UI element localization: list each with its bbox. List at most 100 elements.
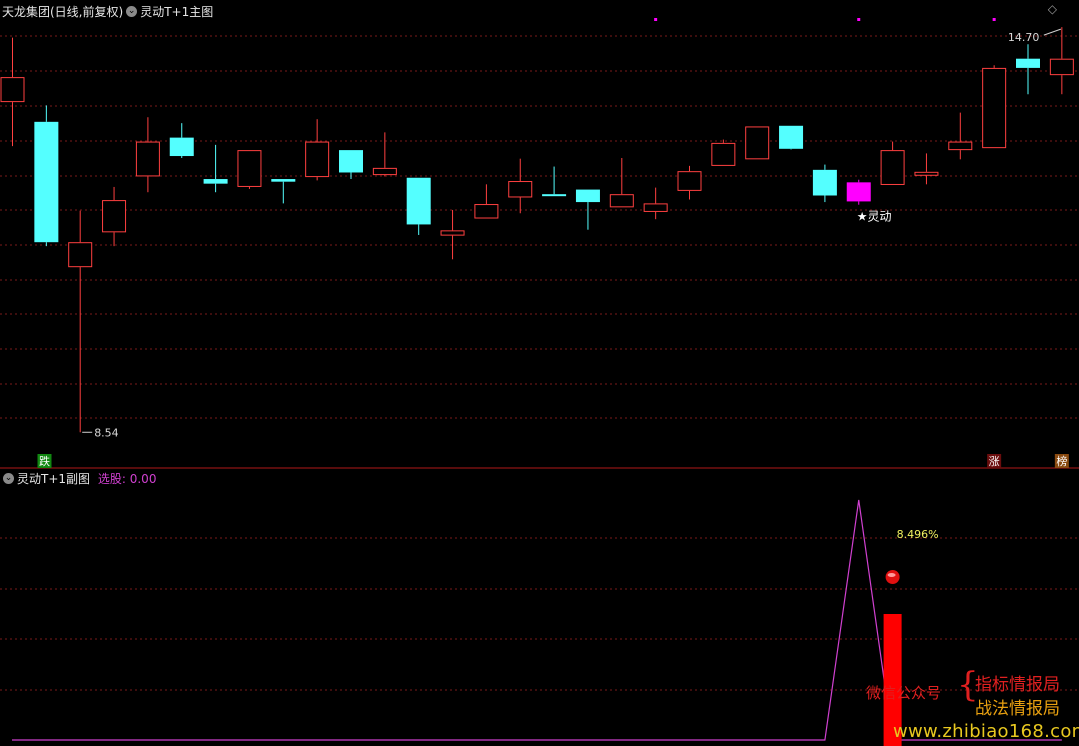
high-price-label: 14.70	[1008, 31, 1040, 44]
candle	[982, 65, 1007, 149]
low-price-label: 8.54	[94, 426, 119, 439]
candle-body	[305, 141, 330, 178]
candle-body	[474, 204, 499, 219]
candle-body	[1016, 58, 1040, 68]
candle-body	[575, 189, 600, 203]
candle	[677, 165, 702, 200]
bottom-marker-label: 榜	[1056, 454, 1067, 468]
candle	[1049, 27, 1074, 95]
candle-body	[948, 141, 973, 151]
diamond-icon[interactable]: ◇	[1048, 2, 1057, 16]
candle	[609, 158, 634, 208]
bottom-marker: 涨	[987, 454, 1002, 468]
bottom-marker-label: 涨	[989, 455, 1000, 468]
bottom-marker-label: 跌	[39, 454, 50, 468]
bottom-marker: 榜	[1054, 454, 1069, 468]
red-ball-fill	[885, 570, 900, 584]
candle-body	[677, 171, 702, 191]
candle	[440, 209, 465, 260]
candle	[846, 179, 871, 205]
candle	[102, 186, 127, 247]
sub-grid	[0, 537, 1079, 691]
candle	[745, 126, 770, 160]
sub-indicator-title[interactable]: 灵动T+1副图	[17, 472, 90, 486]
candle	[914, 153, 939, 185]
watermark-line1: 指标情报局	[975, 675, 1060, 695]
watermark-url: www.zhibiao168.com	[893, 721, 1079, 742]
candle	[474, 184, 499, 219]
candle	[643, 187, 668, 220]
candle	[135, 117, 160, 193]
candle	[203, 144, 228, 193]
candle	[711, 139, 736, 166]
main-panel-header: 天龙集团(日线,前复权) ⌄ 灵动T+1主图	[2, 3, 213, 20]
candle-body	[914, 171, 939, 176]
stock-title: 天龙集团(日线,前复权)	[2, 5, 124, 19]
chart-canvas[interactable]: 14.70 8.54 ★灵动跌 涨 榜 8.496%	[0, 0, 1079, 746]
select-value: 0.00	[129, 472, 157, 486]
watermark-line2: 战法情报局	[975, 699, 1060, 719]
candle	[372, 132, 397, 177]
sub-panel-header: ⌄ 灵动T+1副图 选股: 0.00	[0, 470, 156, 487]
candle	[68, 210, 93, 433]
candle-body	[135, 141, 160, 177]
red-ball-shine	[887, 573, 896, 577]
candle-body	[745, 126, 770, 160]
candle	[406, 177, 431, 235]
candle	[0, 37, 25, 147]
candle	[169, 123, 194, 159]
candle-body	[203, 179, 228, 184]
candle-body	[508, 181, 533, 198]
main-indicator-title[interactable]: 灵动T+1主图	[140, 5, 213, 19]
candle-body	[609, 194, 634, 208]
candlestick-series	[0, 27, 1074, 433]
candle-body	[440, 230, 465, 236]
candle-body	[643, 203, 668, 212]
candle-body	[982, 67, 1007, 149]
candle-body	[237, 150, 262, 187]
red-ball-icon	[885, 570, 900, 584]
top-marker	[857, 18, 861, 21]
chevron-down-icon[interactable]: ⌄	[3, 473, 14, 484]
candle	[779, 125, 804, 150]
candle	[508, 158, 533, 214]
candle-body	[812, 169, 837, 196]
candle-body	[34, 121, 59, 243]
candle-body	[1049, 58, 1074, 76]
candle	[1016, 44, 1040, 95]
high-pointer	[1043, 28, 1062, 36]
signal-value-label: 8.496%	[897, 528, 939, 541]
candle-body	[271, 179, 296, 182]
candle-body	[169, 137, 194, 157]
candle-body	[68, 242, 93, 268]
candle	[34, 105, 59, 247]
main-grid	[0, 35, 1079, 419]
candle-body	[846, 182, 871, 202]
chevron-down-icon[interactable]: ⌄	[126, 6, 138, 17]
top-marker	[992, 18, 996, 21]
candle	[948, 112, 973, 160]
sub-indicator: 8.496%	[12, 499, 1062, 746]
chart-annotations: 14.70 8.54 ★灵动跌 涨 榜	[37, 18, 1069, 468]
candle-body	[102, 200, 127, 233]
candle-body	[339, 150, 363, 173]
candle	[812, 164, 837, 203]
candle	[880, 141, 905, 185]
watermark-wechat: 微信公众号	[866, 684, 942, 702]
select-label: 选股:	[97, 472, 126, 486]
bottom-marker: 跌	[37, 454, 52, 468]
top-marker	[654, 18, 658, 21]
candle	[237, 150, 262, 189]
candle-body	[779, 125, 804, 149]
candle-body	[542, 194, 567, 197]
candle-body	[0, 77, 25, 103]
candle-body	[880, 150, 905, 185]
candle	[339, 150, 363, 180]
candle	[542, 166, 567, 197]
candle-body	[372, 167, 397, 176]
candle	[305, 119, 330, 181]
candle	[271, 179, 296, 204]
signal-label: ★灵动	[857, 210, 892, 224]
candle-body	[406, 177, 431, 225]
candle-body	[711, 142, 736, 166]
